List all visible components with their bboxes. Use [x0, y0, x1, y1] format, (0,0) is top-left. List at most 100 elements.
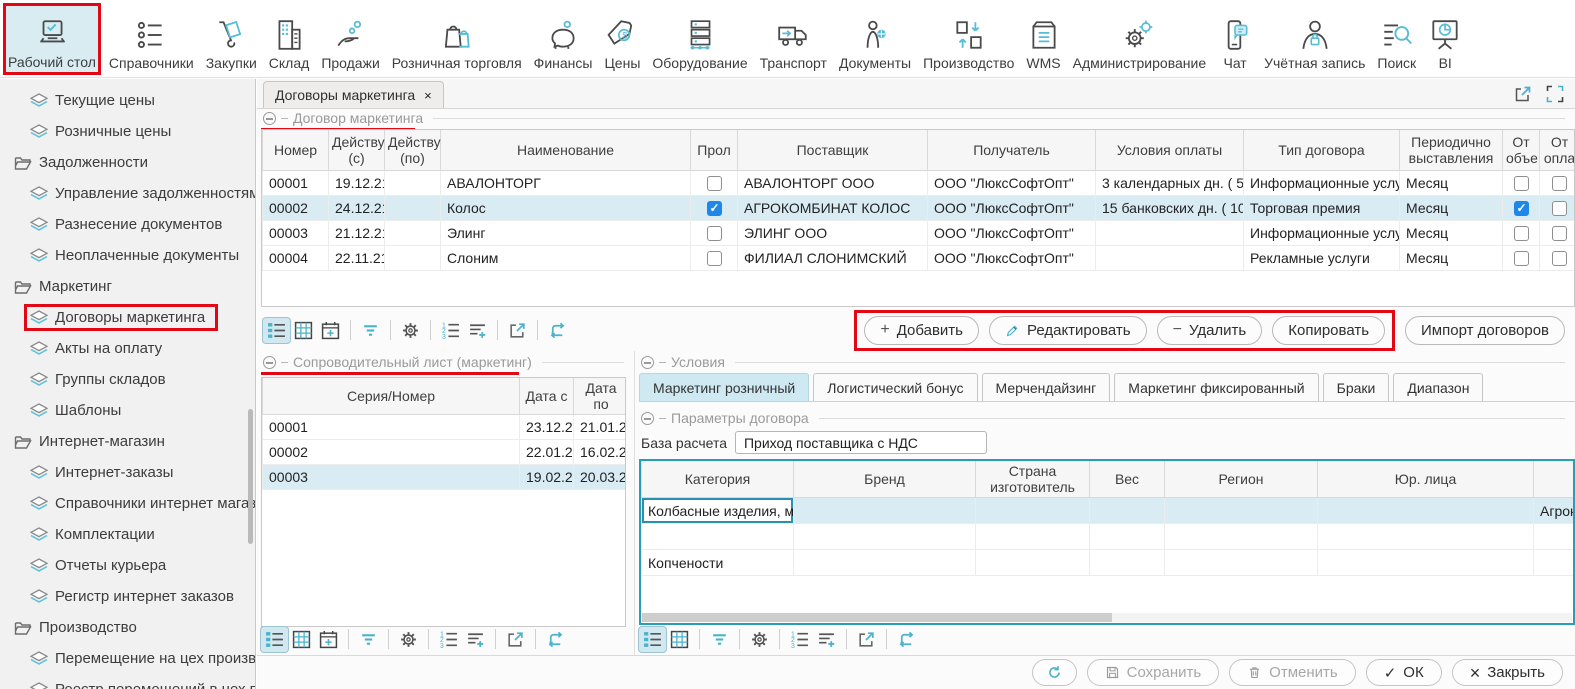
cell[interactable]: 15 банковских дн. ( 100.00 — [1096, 195, 1244, 220]
cell[interactable] — [1318, 550, 1534, 576]
cell[interactable]: Месяц — [1400, 245, 1503, 270]
cell[interactable]: 23.12.21 — [520, 415, 574, 440]
cell[interactable]: 00002 — [263, 440, 520, 465]
nav-item-sales[interactable]: Продажи — [317, 3, 383, 75]
grid-view-button[interactable] — [666, 627, 693, 652]
cell[interactable]: 19.12.21 — [329, 170, 385, 195]
cell[interactable]: 00003 — [263, 465, 520, 490]
cell-focused[interactable]: Колбасные изделия, мяс — [642, 498, 794, 524]
column-header[interactable]: Страна изготовитель — [976, 461, 1090, 498]
parameter-row[interactable] — [642, 524, 1575, 550]
add-list-button[interactable] — [462, 627, 489, 652]
cell[interactable]: Месяц — [1400, 170, 1503, 195]
by-payment-checkbox[interactable] — [1552, 201, 1567, 216]
ok-button[interactable]: ✓ОК — [1366, 659, 1442, 686]
nav-item-finance[interactable]: Финансы — [530, 3, 597, 75]
grid-view-button[interactable] — [288, 627, 315, 652]
cell[interactable] — [1534, 524, 1575, 550]
tab-range[interactable]: Диапазон — [1393, 373, 1483, 401]
by-payment-checkbox[interactable] — [1552, 226, 1567, 241]
prolong-checkbox[interactable] — [707, 201, 722, 216]
sidebar-item-kitting[interactable]: Комплектации — [0, 519, 255, 550]
list-view-button[interactable] — [261, 627, 288, 652]
column-header[interactable]: Бренд — [794, 461, 976, 498]
column-header[interactable]: Действу (с) — [329, 130, 385, 170]
column-header[interactable]: От опла — [1540, 130, 1575, 170]
contract-row[interactable]: 0000119.12.21АВАЛОНТОРГ АВАЛОНТОРГ ООООО… — [263, 170, 1575, 195]
nav-item-directories[interactable]: Справочники — [105, 3, 198, 75]
nav-item-prices[interactable]: Цены — [600, 3, 644, 75]
cell[interactable]: АГРОКОМБИНАТ КОЛОС — [738, 195, 928, 220]
reload-button[interactable] — [893, 627, 920, 652]
sidebar-folder-debts[interactable]: Задолженности — [0, 147, 255, 178]
list-view-button[interactable] — [639, 627, 666, 652]
filter-button[interactable] — [357, 318, 384, 343]
sidebar-item-courier-reports[interactable]: Отчеты курьера — [0, 550, 255, 581]
nav-item-wms[interactable]: WMS — [1022, 3, 1064, 75]
sidebar-item-unpaid-documents[interactable]: Неоплаченные документы — [0, 240, 255, 271]
grid-view-button[interactable] — [290, 318, 317, 343]
column-header[interactable]: Прол — [691, 130, 738, 170]
filter-button[interactable] — [706, 627, 733, 652]
cell[interactable] — [976, 550, 1090, 576]
column-header[interactable]: Дата по — [574, 378, 627, 415]
parameter-row[interactable]: Копчености — [642, 550, 1575, 576]
cell[interactable] — [385, 245, 441, 270]
cell[interactable] — [794, 550, 976, 576]
close-button[interactable]: ×Закрыть — [1452, 659, 1563, 686]
cell[interactable] — [1090, 550, 1165, 576]
calendar-button[interactable] — [315, 627, 342, 652]
cell[interactable]: ООО "ЛюксСофтОпт" — [928, 195, 1096, 220]
sidebar-item-warehouse-groups[interactable]: Группы складов — [0, 364, 255, 395]
export-button[interactable] — [502, 627, 529, 652]
sidebar-item-online-orders[interactable]: Интернет-заказы — [0, 457, 255, 488]
column-header[interactable] — [1534, 461, 1575, 498]
open-in-new-window-icon[interactable] — [1513, 84, 1533, 104]
cell[interactable]: 20.03.22 — [574, 465, 627, 490]
cell[interactable] — [642, 524, 794, 550]
cell[interactable]: Рекламные услуги — [1244, 245, 1400, 270]
tab-defects[interactable]: Браки — [1323, 373, 1390, 401]
cell[interactable]: 00002 — [263, 195, 329, 220]
cell[interactable]: ФИЛИАЛ СЛОНИМСКИЙ — [738, 245, 928, 270]
cell[interactable] — [1318, 524, 1534, 550]
refresh-button[interactable] — [1032, 659, 1077, 686]
cell[interactable] — [385, 170, 441, 195]
cell[interactable]: Месяц — [1400, 220, 1503, 245]
cell[interactable]: 21.12.21 — [329, 220, 385, 245]
column-header[interactable]: Категория — [642, 461, 794, 498]
sheet-row[interactable]: 0000222.01.2216.02.22 — [263, 440, 627, 465]
column-header[interactable]: Номер — [263, 130, 329, 170]
column-header[interactable]: Вес — [1090, 461, 1165, 498]
cell[interactable]: Копчености — [642, 550, 794, 576]
cell[interactable]: 00001 — [263, 170, 329, 195]
cell[interactable] — [1318, 498, 1534, 524]
nav-item-desktop[interactable]: Рабочий стол — [3, 3, 101, 75]
cell[interactable] — [1165, 550, 1318, 576]
add-button[interactable]: +Добавить — [864, 316, 979, 345]
cell[interactable]: 22.11.21 — [329, 245, 385, 270]
sidebar-scrollbar[interactable] — [248, 409, 253, 544]
column-header[interactable]: От объе — [1503, 130, 1540, 170]
reload-button[interactable] — [544, 318, 571, 343]
by-volume-checkbox[interactable] — [1514, 226, 1529, 241]
cell[interactable]: Информационные услуги — [1244, 220, 1400, 245]
nav-item-equipment[interactable]: Оборудование — [648, 3, 751, 75]
sidebar-item-current-prices[interactable]: Текущие цены — [0, 85, 255, 116]
column-header[interactable]: Получатель — [928, 130, 1096, 170]
cell[interactable]: 22.01.22 — [520, 440, 574, 465]
calculation-base-input[interactable] — [735, 431, 987, 454]
cell[interactable]: 16.02.22 — [574, 440, 627, 465]
nav-item-search[interactable]: Поиск — [1373, 3, 1420, 75]
column-header[interactable]: Юр. лица — [1318, 461, 1534, 498]
cell[interactable]: АВАЛОНТОРГ ООО — [738, 170, 928, 195]
cell[interactable]: Элинг — [441, 220, 691, 245]
numbered-list-button[interactable] — [437, 318, 464, 343]
cell[interactable]: 00003 — [263, 220, 329, 245]
cell[interactable] — [1165, 498, 1318, 524]
fullscreen-icon[interactable] — [1545, 84, 1565, 104]
tab-fixed-marketing[interactable]: Маркетинг фиксированный — [1114, 373, 1318, 401]
sidebar-item-move-to-production[interactable]: Перемещение на цех производс — [0, 643, 255, 674]
settings-button[interactable] — [395, 627, 422, 652]
column-header[interactable]: Наименование — [441, 130, 691, 170]
